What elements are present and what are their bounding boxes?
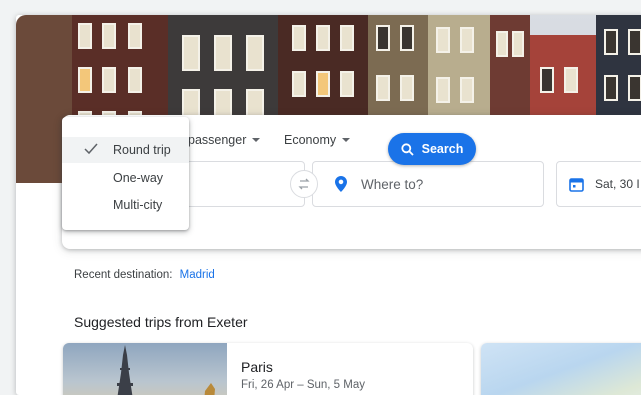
chevron-down-icon — [252, 138, 261, 142]
trip-type-menu: Round trip One-way Multi-city — [62, 117, 189, 230]
trip-card-paris[interactable]: Paris Fri, 26 Apr – Sun, 5 May — [63, 343, 473, 395]
menu-item-label: One-way — [113, 171, 164, 185]
destination-placeholder: Where to? — [361, 176, 424, 192]
menu-item-label: Round trip — [113, 143, 171, 157]
search-icon — [401, 142, 414, 156]
menu-item-multi-city[interactable]: Multi-city — [62, 192, 189, 218]
passengers-label: passenger — [188, 133, 247, 147]
menu-item-label: Multi-city — [113, 198, 163, 212]
calendar-icon — [569, 177, 584, 192]
menu-item-round-trip[interactable]: Round trip — [62, 137, 189, 163]
recent-destination-link[interactable]: Madrid — [180, 269, 215, 281]
menu-item-one-way[interactable]: One-way — [62, 165, 189, 191]
departure-date-value: Sat, 30 I — [595, 177, 640, 191]
suggested-trips-heading: Suggested trips from Exeter — [74, 314, 248, 330]
passengers-dropdown[interactable]: passenger — [188, 133, 261, 147]
chevron-down-icon — [342, 138, 351, 142]
trip-city: Paris — [241, 359, 273, 375]
cabin-class-label: Economy — [284, 133, 337, 147]
search-button[interactable]: Search — [388, 133, 476, 165]
recent-destination-label: Recent destination: — [74, 269, 173, 281]
map-preview[interactable] — [481, 343, 641, 395]
location-pin-icon — [335, 176, 347, 192]
check-icon — [84, 143, 98, 158]
trip-dates: Fri, 26 Apr – Sun, 5 May — [241, 379, 366, 391]
search-button-label: Search — [421, 142, 464, 156]
recent-destination: Recent destination: Madrid — [74, 269, 215, 281]
swap-icon[interactable] — [290, 170, 318, 198]
departure-date-field[interactable]: Sat, 30 I — [556, 161, 641, 207]
flights-page: passenger Economy Where to? Sat, 30 I Se… — [16, 15, 641, 395]
destination-field[interactable]: Where to? — [312, 161, 544, 207]
cabin-class-dropdown[interactable]: Economy — [284, 133, 351, 147]
trip-image — [63, 343, 227, 395]
